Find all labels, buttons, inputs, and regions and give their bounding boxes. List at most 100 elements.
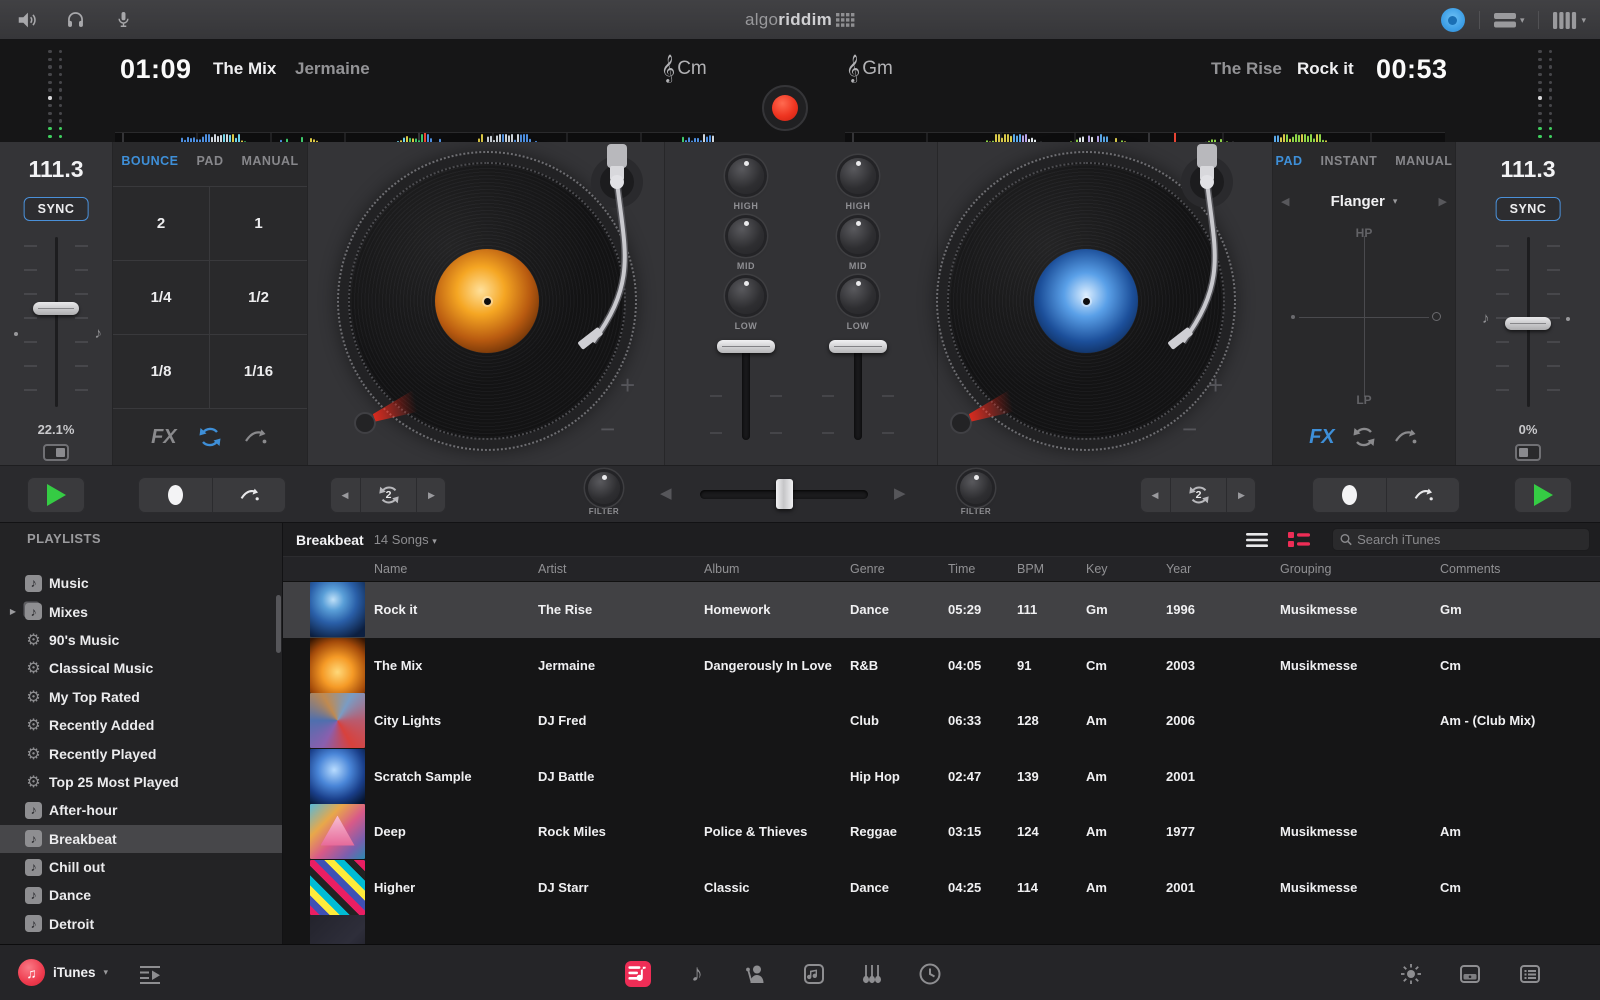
deck-a-pitch-slider[interactable]: ♪ (14, 237, 102, 407)
decks-view-icon[interactable] (1457, 961, 1483, 987)
eq-knob-low[interactable]: LOW (840, 278, 876, 331)
minus-zoom-icon[interactable]: − (600, 414, 615, 445)
track-row-the-mix[interactable]: The Mix Jermaine Dangerously In Love R&B 04:… (283, 637, 1600, 693)
sidebar-scrollbar[interactable] (276, 595, 281, 653)
deck-a-display-toggle-icon[interactable] (43, 444, 69, 461)
deck-b-tab-instant[interactable]: INSTANT (1321, 154, 1378, 168)
knob-dial[interactable] (728, 218, 764, 254)
track-row-rock-it[interactable]: Rock it The Rise Homework Dance 05:29 111 Gm 19… (283, 582, 1600, 638)
next-effect-icon[interactable]: ▶ (1439, 186, 1447, 216)
knob-dial[interactable] (840, 158, 876, 194)
eq-knob-low[interactable]: LOW (728, 278, 764, 331)
deck-a-tab-bounce[interactable]: BOUNCE (121, 154, 178, 168)
search-field[interactable] (1332, 528, 1590, 551)
sidebar-item-my-top-rated[interactable]: ▶⚙My Top Rated (0, 683, 282, 711)
playlists-tab-icon[interactable] (625, 961, 651, 987)
sidebar-item-90-s-music[interactable]: ▶⚙90's Music (0, 626, 282, 654)
library-view-icon[interactable] (1517, 961, 1543, 987)
deck-b-fx-toggle[interactable]: FX (1309, 426, 1335, 449)
sidebar-item-detroit[interactable]: ▶♪Detroit (0, 910, 282, 938)
horizontal-layout-menu[interactable]: ▾ (1493, 12, 1524, 28)
sidebar-item-recently-added[interactable]: ▶⚙Recently Added (0, 711, 282, 739)
songs-tab-icon[interactable]: ♪ (684, 960, 710, 987)
sidebar-item-breakbeat[interactable]: ▶♪Breakbeat (0, 824, 282, 853)
loop-halve-button[interactable]: ◀ (330, 477, 360, 513)
plus-zoom-icon[interactable]: + (620, 370, 635, 401)
sidebar-item-music[interactable]: ▶♪Music (0, 569, 282, 597)
knob-dial[interactable] (840, 218, 876, 254)
loop-toggle-button[interactable]: 2 (1170, 477, 1226, 513)
previous-effect-icon[interactable]: ◀ (1281, 186, 1289, 216)
record-button[interactable] (762, 85, 808, 131)
effect-dropdown-icon[interactable]: ▾ (1393, 196, 1398, 207)
eq-knob-high[interactable]: HIGH (728, 158, 764, 211)
loop-pad-1[interactable]: 1 (210, 187, 307, 261)
deck-b-tab-pad[interactable]: PAD (1276, 154, 1303, 168)
loop-pad-1-4[interactable]: 1/4 (113, 261, 210, 335)
track-row[interactable] (283, 915, 1600, 944)
beat-jump-icon[interactable] (243, 424, 269, 450)
track-row-deep[interactable]: Deep Rock Miles Police & Thieves Reggae 03:1… (283, 804, 1600, 860)
eq-knob-mid[interactable]: MID (728, 218, 764, 271)
pitch-slider-handle[interactable] (33, 301, 79, 315)
sidebar-item-after-hour[interactable]: ▶♪After-hour (0, 796, 282, 824)
deck-b-cue-button[interactable] (1312, 477, 1386, 513)
fader-handle[interactable] (829, 340, 887, 353)
loop-pad-1-16[interactable]: 1/16 (210, 335, 307, 409)
deck-a-play-button[interactable] (27, 477, 85, 513)
volume-fader[interactable] (822, 340, 894, 440)
knob-dial[interactable] (728, 158, 764, 194)
vertical-layout-menu[interactable]: ▾ (1553, 11, 1586, 29)
column-header-artist[interactable]: Artist (530, 562, 696, 576)
search-input[interactable] (1357, 532, 1582, 547)
song-count[interactable]: 14 Songs ▾ (374, 532, 437, 547)
knob-dial[interactable] (840, 278, 876, 314)
column-header-comments[interactable]: Comments (1432, 562, 1600, 576)
list-view-button[interactable] (1246, 532, 1268, 547)
fx-xy-pad[interactable]: HP LP (1283, 224, 1445, 409)
deck-b-jump-button[interactable] (1386, 477, 1460, 513)
sidebar-item-recently-played[interactable]: ▶⚙Recently Played (0, 739, 282, 767)
loop-pad-2[interactable]: 2 (113, 187, 210, 261)
effect-name[interactable]: Flanger (1331, 193, 1385, 210)
deck-a-tab-manual[interactable]: MANUAL (241, 154, 298, 168)
brightness-icon[interactable] (1398, 961, 1424, 987)
column-header-album[interactable]: Album (696, 562, 842, 576)
disclosure-triangle-icon[interactable]: ▶ (8, 607, 18, 616)
crossfader-handle[interactable] (775, 479, 793, 509)
history-tab-icon[interactable] (917, 961, 943, 987)
library-source-selector[interactable]: ♫ iTunes ▾ (18, 959, 108, 986)
deck-b-sync-button[interactable]: SYNC (1495, 197, 1561, 221)
deck-a-cue-button[interactable] (138, 477, 212, 513)
eq-knob-high[interactable]: HIGH (840, 158, 876, 211)
genres-tab-icon[interactable] (859, 961, 885, 987)
loop-icon[interactable] (197, 424, 223, 450)
deck-a-filter-knob[interactable]: FILTER (588, 472, 620, 516)
loop-double-button[interactable]: ▶ (1226, 477, 1256, 513)
loop-pad-1-2[interactable]: 1/2 (210, 261, 307, 335)
artists-tab-icon[interactable] (742, 961, 768, 987)
microphone-icon[interactable] (110, 7, 136, 33)
pitch-slider-handle[interactable] (1505, 316, 1551, 330)
deck-b-tonearm[interactable] (1145, 142, 1265, 382)
deck-a-jump-button[interactable] (212, 477, 286, 513)
track-row-higher[interactable]: Higher DJ Starr Classic Dance 04:25 114 Am 2001… (283, 859, 1600, 915)
column-header-bpm[interactable]: BPM (1009, 562, 1078, 576)
volume-fader[interactable] (710, 340, 782, 440)
loop-double-button[interactable]: ▶ (416, 477, 446, 513)
sidebar-item-chill-out[interactable]: ▶♪Chill out (0, 853, 282, 881)
column-header-time[interactable]: Time (940, 562, 1009, 576)
sidebar-item-classical-music[interactable]: ▶⚙Classical Music (0, 654, 282, 682)
sidebar-item-dance[interactable]: ▶♪Dance (0, 881, 282, 909)
queue-icon[interactable] (137, 961, 163, 987)
deck-a-tonearm[interactable] (555, 142, 675, 382)
plus-zoom-icon[interactable]: + (1208, 370, 1223, 401)
loop-icon[interactable] (1351, 424, 1377, 450)
minus-zoom-icon[interactable]: − (1182, 414, 1197, 445)
sidebar-item-top-25-most-played[interactable]: ▶⚙Top 25 Most Played (0, 768, 282, 796)
deck-b-pitch-slider[interactable]: ♪ (1482, 237, 1570, 407)
crossfader[interactable] (700, 479, 868, 509)
knob-dial[interactable] (728, 278, 764, 314)
albums-tab-icon[interactable] (801, 961, 827, 987)
deck-a-fx-toggle[interactable]: FX (151, 426, 177, 449)
